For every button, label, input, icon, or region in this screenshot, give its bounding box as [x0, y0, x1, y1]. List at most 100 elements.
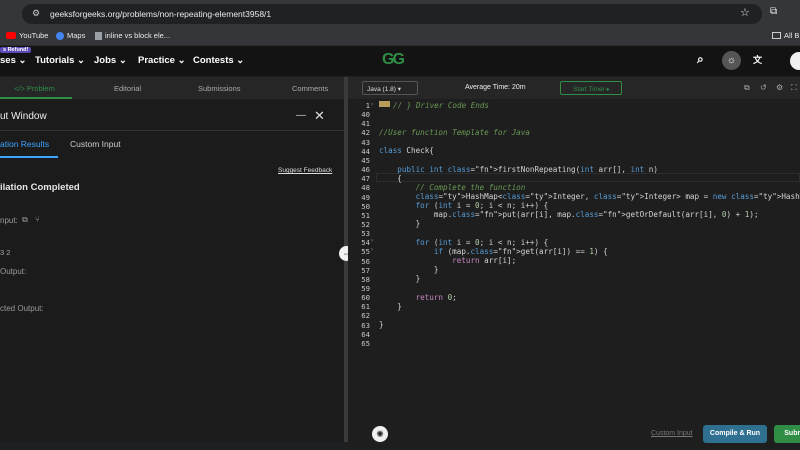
bookmark-inline-block[interactable]: inline vs block ele...	[95, 31, 170, 40]
editor-footer: ✺ Custom Input Compile & Run Subm	[348, 420, 800, 450]
translate-icon[interactable]: 文	[753, 53, 762, 66]
nav-courses[interactable]: ses ⌄	[0, 55, 26, 66]
tab-submissions[interactable]: Submissions	[198, 84, 241, 93]
line-number: 40	[361, 110, 370, 120]
bookmark-star-icon[interactable]: ☆	[740, 6, 750, 19]
line-number: 63	[361, 320, 370, 330]
code-line: }	[379, 274, 421, 284]
compile-status: ilation Completed	[0, 182, 80, 193]
input-label: nput:	[0, 216, 18, 225]
line-number: 45	[361, 155, 370, 165]
tab-compilation-results[interactable]: ation Results	[0, 139, 49, 149]
folder-icon	[772, 32, 781, 39]
avatar[interactable]	[790, 52, 800, 70]
compile-run-button[interactable]: Compile & Run	[703, 425, 767, 443]
custom-input-link[interactable]: Custom Input	[651, 430, 693, 437]
collapsed-region-marker	[379, 100, 390, 107]
line-number: 49	[361, 192, 370, 202]
reset-icon[interactable]: ↺	[760, 83, 767, 92]
code-line: for (int i = 0; i < n; i++) {	[415, 201, 549, 211]
problem-tabs: </> Problem Editorial Submissions Commen…	[0, 77, 344, 99]
line-number: 41	[361, 119, 370, 129]
line-number: 60	[361, 293, 370, 303]
copy-icon[interactable]: ⧉	[22, 215, 28, 225]
bookmark-maps[interactable]: Maps	[56, 31, 85, 40]
code-line: {	[379, 173, 402, 183]
code-line: class="ty">HashMap<class="ty">Integer, c…	[415, 192, 800, 201]
tab-editorial[interactable]: Editorial	[114, 84, 141, 93]
suggest-feedback-link[interactable]: Suggest Feedback	[278, 167, 332, 174]
code-line: public int class="fn">firstNonRepeating(…	[397, 164, 658, 174]
tab-custom-input[interactable]: Custom Input	[70, 139, 121, 149]
code-line: return 0;	[415, 292, 457, 302]
settings-icon[interactable]: ⚙	[776, 83, 783, 92]
line-number: 1	[365, 101, 370, 110]
line-number: 50	[361, 201, 370, 211]
nav-contests[interactable]: Contests ⌄	[193, 55, 244, 66]
fullscreen-icon[interactable]: ⛶	[791, 83, 797, 93]
line-number: 53	[361, 229, 370, 239]
line-number: 55	[361, 247, 370, 257]
line-number: 48	[361, 183, 370, 193]
extensions-icon[interactable]: ⧉	[770, 6, 777, 17]
line-number: 54	[361, 238, 370, 248]
site-info-icon[interactable]: ⚙	[32, 8, 40, 19]
minimize-icon[interactable]: —	[296, 110, 306, 121]
line-number: 64	[361, 329, 370, 339]
hint-bulb-icon[interactable]: ✺	[372, 426, 388, 442]
current-line-highlight	[376, 173, 800, 182]
code-line: class Check{	[379, 146, 434, 156]
code-line: // } Driver Code Ends	[393, 100, 490, 110]
average-time: Average Time: 20m	[465, 84, 526, 91]
chevron-down-icon: ▾	[397, 86, 401, 93]
line-number: 61	[361, 302, 370, 312]
tab-comments[interactable]: Comments	[292, 84, 328, 93]
branch-icon[interactable]: ⑂	[35, 215, 40, 224]
page-icon	[95, 31, 102, 40]
output-window-title: ut Window	[0, 111, 47, 122]
nav-tutorials[interactable]: Tutorials ⌄	[35, 55, 85, 66]
code-line: }	[379, 265, 439, 275]
line-number: 58	[361, 274, 370, 284]
tab-problem[interactable]: </> Problem	[14, 84, 55, 93]
code-editor[interactable]: // } Driver Code Ends //User function Tem…	[376, 99, 800, 420]
google-icon	[56, 31, 64, 40]
line-number: 51	[361, 210, 370, 220]
close-icon[interactable]: ✕	[314, 108, 325, 124]
code-line: }	[379, 320, 384, 330]
address-bar[interactable]: ⚙ geeksforgeeks.org/problems/non-repeati…	[22, 4, 762, 24]
site-navbar: s Refund! ses ⌄ Tutorials ⌄ Jobs ⌄ Pract…	[0, 46, 800, 76]
editor-toolbar: Java (1.8) ▾ Average Time: 20m Start Tim…	[348, 77, 800, 99]
line-number: 56	[361, 256, 370, 266]
nav-practice[interactable]: Practice ⌄	[138, 55, 186, 66]
line-number: 65	[361, 338, 370, 348]
fold-chevron-icon[interactable]: ›	[371, 247, 373, 253]
line-number: 47	[361, 174, 370, 184]
fold-chevron-icon[interactable]: ›	[371, 238, 373, 244]
line-number: 59	[361, 284, 370, 293]
code-line: //User function Template for Java	[379, 127, 530, 137]
line-number-gutter: › › › 1 40 41 42 43 44 45 46 47 48 49 50 51 52 53 54 55 5…	[348, 99, 376, 420]
language-select[interactable]: Java (1.8) ▾	[362, 81, 418, 95]
code-line: }	[379, 219, 421, 229]
bookmark-youtube[interactable]: YouTube	[6, 31, 48, 40]
fold-chevron-icon[interactable]: ›	[371, 102, 373, 108]
browser-toolbar: ⚙ geeksforgeeks.org/problems/non-repeati…	[0, 0, 800, 28]
copy-code-icon[interactable]: ⧉	[744, 83, 750, 93]
nav-jobs[interactable]: Jobs ⌄	[94, 55, 127, 66]
search-icon[interactable]: ⌕	[697, 52, 704, 67]
theme-toggle-icon[interactable]: ☼	[722, 51, 741, 70]
start-timer-button[interactable]: Start Timer ▸	[560, 81, 622, 95]
play-icon: ▸	[606, 86, 610, 93]
gfg-logo[interactable]: GG	[382, 51, 405, 69]
url-text: geeksforgeeks.org/problems/non-repeating…	[50, 9, 272, 19]
line-number: 62	[361, 311, 370, 321]
code-line: map.class="fn">put(arr[i], map.class="fn…	[379, 210, 759, 220]
code-line: // Complete the function	[379, 182, 526, 192]
refund-badge: s Refund!	[0, 47, 32, 53]
all-bookmarks[interactable]: All B	[772, 31, 799, 40]
submit-button[interactable]: Subm	[774, 425, 800, 443]
code-line: for (int i = 0; i < n; i++) {	[415, 237, 549, 247]
output-window: ut Window — ✕ ation Results Custom Input…	[0, 100, 344, 442]
line-number: 52	[361, 219, 370, 229]
